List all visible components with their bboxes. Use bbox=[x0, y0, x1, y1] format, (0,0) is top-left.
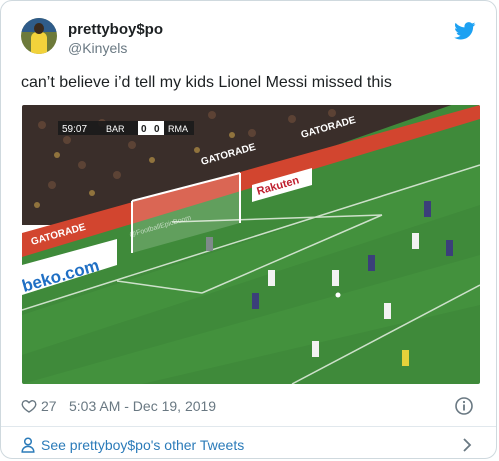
tweet-header: prettyboy$po @Kinyels bbox=[21, 18, 480, 62]
scoreboard-clock: 59:07 bbox=[62, 124, 87, 135]
user-handle[interactable]: @Kinyels bbox=[68, 39, 163, 57]
tweet-text: can’t believe i’d tell my kids Lionel Me… bbox=[21, 74, 392, 91]
display-name[interactable]: prettyboy$po bbox=[68, 21, 163, 39]
tweet-timestamp[interactable]: 5:03 AM - Dec 19, 2019 bbox=[69, 397, 216, 415]
author-names[interactable]: prettyboy$po @Kinyels bbox=[68, 21, 163, 57]
chevron-right-icon[interactable] bbox=[460, 437, 474, 453]
twitter-bird-icon[interactable] bbox=[454, 22, 476, 40]
avatar[interactable] bbox=[21, 18, 57, 54]
like-count[interactable]: 27 bbox=[41, 397, 57, 415]
away-score: 0 bbox=[154, 124, 160, 135]
home-team: BAR bbox=[106, 124, 125, 134]
football-match-frame: Rakuten GATORADE GATORADE GATORADE beko.… bbox=[22, 105, 480, 384]
divider bbox=[1, 426, 496, 427]
tweet-meta: 27 5:03 AM - Dec 19, 2019 bbox=[21, 397, 480, 415]
heart-icon[interactable] bbox=[21, 398, 37, 414]
info-icon[interactable] bbox=[454, 396, 474, 416]
person-icon bbox=[21, 437, 35, 453]
scoreboard: 59:07 BAR 0 0 RMA bbox=[58, 121, 194, 135]
tweet-card: prettyboy$po @Kinyels can’t believe i’d … bbox=[0, 0, 497, 459]
away-team: RMA bbox=[168, 124, 188, 134]
home-score: 0 bbox=[141, 124, 147, 135]
more-tweets-label[interactable]: See prettyboy$po's other Tweets bbox=[41, 435, 244, 455]
more-tweets-link[interactable]: See prettyboy$po's other Tweets bbox=[21, 435, 480, 455]
tweet-media[interactable]: Rakuten GATORADE GATORADE GATORADE beko.… bbox=[22, 105, 480, 384]
